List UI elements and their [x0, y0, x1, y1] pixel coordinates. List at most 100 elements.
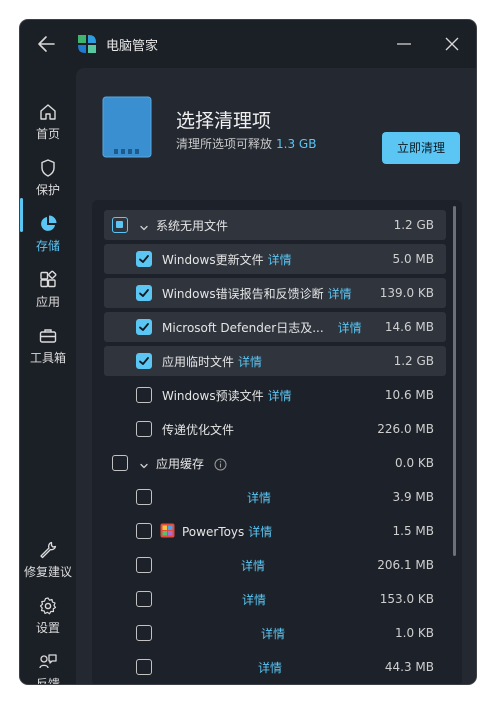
list-item-row[interactable]: PowerToys 详情 1.5 MB: [104, 516, 446, 546]
item-size: 14.6 MB: [384, 320, 434, 334]
checkbox[interactable]: [136, 319, 152, 335]
pc-manager-logo-icon: [77, 34, 97, 54]
checkbox[interactable]: [136, 353, 152, 369]
sidebar-item-settings[interactable]: 设置: [20, 596, 76, 646]
sidebar-item-storage[interactable]: 存储: [20, 214, 76, 264]
checkbox[interactable]: [112, 455, 128, 471]
item-size: 206.1 MB: [377, 558, 434, 572]
main-content: 选择清理项 清理所选项可释放 1.3 GB 立即清理 系统无用文件 1.2 GB Wi…: [76, 68, 476, 684]
detail-link[interactable]: 详情: [247, 491, 271, 505]
detail-link[interactable]: 详情: [242, 593, 266, 607]
title-bar: 电脑管家: [20, 20, 476, 68]
checkbox[interactable]: [136, 659, 152, 675]
item-label: 详情: [242, 591, 266, 608]
app-window: 电脑管家 首页 保护 存储 应用 工具箱 修复建议 设置 反馈 选择清理项 清理…: [20, 20, 476, 684]
detail-link[interactable]: 详情: [328, 287, 352, 301]
item-size: 153.0 KB: [379, 592, 434, 606]
sidebar-item-label: 首页: [35, 127, 60, 141]
item-size: 5.0 MB: [392, 252, 434, 266]
cleanup-list: 系统无用文件 1.2 GB Windows更新文件 详情 5.0 MB Windows错误…: [92, 200, 462, 684]
item-label: 详情: [247, 489, 271, 506]
list-item-row[interactable]: 详情 1.0 KB: [104, 618, 446, 648]
item-name: Windows更新文件: [162, 253, 264, 267]
item-size: 0.0 KB: [395, 456, 434, 470]
detail-link[interactable]: 详情: [258, 661, 282, 675]
chevron-down-icon[interactable]: [138, 219, 150, 231]
checkbox[interactable]: [112, 217, 128, 233]
checkbox[interactable]: [136, 489, 152, 505]
list-item-row[interactable]: 详情 44.3 MB: [104, 652, 446, 682]
sidebar-item-label: 修复建议: [23, 565, 72, 579]
item-name: 应用临时文件: [162, 355, 235, 369]
releasable-size: 1.3 GB: [276, 137, 317, 151]
checkbox[interactable]: [136, 557, 152, 573]
list-item-row[interactable]: Windows预读文件 详情 10.6 MB: [104, 380, 446, 410]
item-size: 1.2 GB: [393, 218, 434, 232]
sidebar-item-repair[interactable]: 修复建议: [20, 540, 76, 590]
sidebar-item-label: 应用: [35, 295, 60, 309]
wrench-icon: [40, 541, 57, 559]
list-item-row[interactable]: 详情 206.1 MB: [104, 550, 446, 580]
detail-link[interactable]: 详情: [238, 355, 262, 369]
detail-link[interactable]: 详情: [241, 559, 265, 573]
sidebar-item-label: 工具箱: [29, 351, 66, 365]
sidebar-item-apps[interactable]: 应用: [20, 270, 76, 320]
item-size: 1.0 KB: [395, 626, 434, 640]
checkbox[interactable]: [136, 625, 152, 641]
sidebar-item-label: 反馈: [35, 677, 60, 684]
detail-link[interactable]: 详情: [268, 389, 292, 403]
powertoys-icon: [160, 523, 175, 538]
list-item-row[interactable]: 详情 3.9 MB: [104, 482, 446, 512]
page-title: 选择清理项: [176, 110, 272, 132]
hard-drive-icon: [102, 96, 152, 158]
checkbox[interactable]: [136, 591, 152, 607]
list-item-row[interactable]: 详情 153.0 KB: [104, 584, 446, 614]
list-item-row[interactable]: 应用临时文件 详情 1.2 GB: [104, 346, 446, 376]
sidebar-item-feedback[interactable]: 反馈: [20, 652, 76, 684]
item-name: 应用缓存: [156, 457, 205, 471]
detail-link[interactable]: 详情: [338, 321, 362, 335]
minimize-button[interactable]: [392, 32, 416, 56]
checkbox[interactable]: [136, 523, 152, 539]
item-name: Windows预读文件: [162, 389, 264, 403]
checkbox[interactable]: [136, 387, 152, 403]
item-name: PowerToys: [182, 525, 245, 539]
item-size: 3.9 MB: [392, 490, 434, 504]
checkbox[interactable]: [136, 285, 152, 301]
gear-icon: [39, 597, 57, 615]
item-size: 1.5 MB: [392, 524, 434, 538]
detail-link[interactable]: 详情: [261, 627, 285, 641]
item-label: PowerToys 详情: [182, 523, 272, 540]
item-name: Microsoft Defender日志及...: [162, 321, 324, 335]
item-label: 系统无用文件: [156, 217, 228, 234]
list-group-row[interactable]: 应用缓存 0.0 KB: [104, 448, 446, 478]
close-button[interactable]: [440, 32, 464, 56]
checkbox[interactable]: [136, 251, 152, 267]
item-size: 226.0 MB: [377, 422, 434, 436]
chevron-down-icon[interactable]: [138, 457, 150, 469]
list-item-row[interactable]: Microsoft Defender日志及... 详情 14.6 MB: [104, 312, 446, 342]
item-label: 应用临时文件 详情: [162, 353, 262, 370]
checkbox[interactable]: [136, 421, 152, 437]
detail-link[interactable]: 详情: [268, 253, 292, 267]
sidebar-item-protection[interactable]: 保护: [20, 158, 76, 208]
clean-now-button[interactable]: 立即清理: [382, 132, 460, 164]
close-icon: [445, 37, 459, 51]
back-button[interactable]: [34, 32, 60, 56]
shield-icon: [41, 159, 55, 177]
sidebar-item-toolbox[interactable]: 工具箱: [20, 326, 76, 376]
item-size: 44.3 MB: [384, 660, 434, 674]
list-item-row[interactable]: Windows错误报告和反馈诊断 详情 139.0 KB: [104, 278, 446, 308]
sidebar-item-home[interactable]: 首页: [20, 102, 76, 152]
home-icon: [40, 104, 56, 120]
item-label: 详情: [261, 625, 285, 642]
list-item-row[interactable]: 传递优化文件 226.0 MB: [104, 414, 446, 444]
scrollbar[interactable]: [453, 206, 456, 556]
info-icon[interactable]: [214, 456, 227, 471]
toolbox-icon: [39, 329, 57, 343]
list-group-row[interactable]: 系统无用文件 1.2 GB: [104, 210, 446, 240]
detail-link[interactable]: 详情: [248, 525, 272, 539]
item-name: 系统无用文件: [156, 219, 229, 233]
sidebar-item-label: 存储: [35, 239, 60, 253]
list-item-row[interactable]: Windows更新文件 详情 5.0 MB: [104, 244, 446, 274]
